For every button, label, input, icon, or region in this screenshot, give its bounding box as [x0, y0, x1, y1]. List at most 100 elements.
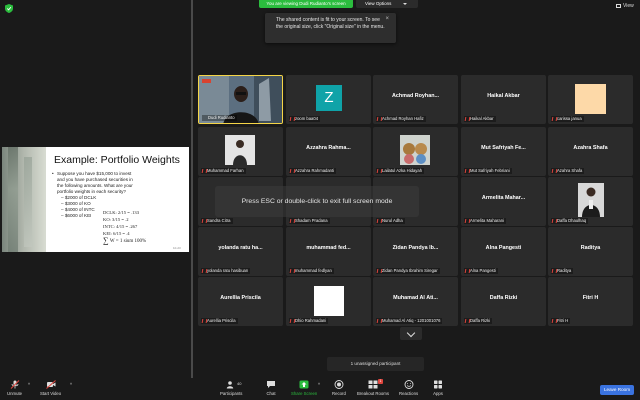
shared-screen-slide: Example: Portfolio Weights Suppose you h…: [2, 147, 189, 252]
avatar-photo: [400, 135, 430, 165]
participant-name-label: Haikal Akbar: [464, 116, 496, 122]
share-screen-button[interactable]: Share Screen: [291, 380, 317, 396]
breakout-rooms-label: Breakout Rooms: [357, 391, 390, 396]
participant-tile[interactable]: Achmad Royhan... Achmad Royhan Hafiz: [373, 75, 458, 124]
view-button[interactable]: View: [616, 3, 634, 9]
start-video-label: Start Video: [40, 391, 62, 396]
calc-sum: ∑ W = 1 sium 100%: [103, 236, 147, 245]
avatar-photo: [578, 183, 604, 217]
avatar-photo: [225, 135, 255, 165]
participant-name-label: Aurellia Priscila: [201, 318, 238, 324]
record-button[interactable]: Record: [332, 380, 346, 396]
participant-tile[interactable]: Fitri H Fitri H: [548, 277, 633, 326]
slide-decorative-image: [2, 147, 46, 252]
participant-display-name: Achmad Royhan...: [391, 93, 440, 99]
participant-tile[interactable]: Azahra Shafa Azahra Shafa: [548, 127, 633, 176]
unmute-label: Unmute: [7, 391, 23, 396]
breakout-badge: 1: [378, 379, 383, 384]
participant-tile[interactable]: Armelita Mahar... Armelita Maharani: [461, 177, 546, 226]
unmute-button[interactable]: Unmute: [7, 380, 22, 396]
meeting-toolbar: Unmute ^ Start Video ^ 40 Participants C…: [0, 378, 640, 400]
participant-name-label: yolanda ratu hasibuan: [201, 268, 251, 274]
participant-tile[interactable]: Zzoom baa04: [286, 75, 371, 124]
apps-button[interactable]: Apps: [433, 380, 443, 396]
participant-name-label: carissa janua: [551, 116, 584, 122]
participant-name-label: Daffa Dhaulhaq: [551, 218, 589, 224]
breakout-rooms-icon: [368, 380, 378, 389]
share-screen-label: Share Screen: [291, 391, 318, 396]
participant-tile[interactable]: Haikal Akbar Haikal Akbar: [461, 75, 546, 124]
split-divider[interactable]: [191, 0, 193, 378]
participant-display-name: yolanda ratu ha...: [218, 245, 263, 251]
participant-name-label: Armelita Maharani: [464, 218, 506, 224]
video-camera-off-icon: [45, 380, 56, 389]
exit-fullscreen-hint: Press ESC or double-click to exit full s…: [215, 186, 419, 217]
breakout-rooms-button[interactable]: 1 Breakout Rooms: [357, 379, 390, 396]
participant-name-label: Sandra Citra: [201, 218, 233, 224]
participant-name-label: Azahra Shafa: [551, 168, 585, 174]
participant-display-name: Aurellia Priscila: [220, 295, 261, 301]
slide-bullet: Suppose you have $15,000 to invest and y…: [52, 171, 137, 195]
participant-tile[interactable]: Dudi Rudianto: [198, 75, 283, 124]
participant-tile[interactable]: yolanda ratu ha... yolanda ratu hasibuan: [198, 227, 283, 276]
participant-display-name: Muhamad Al Ati...: [393, 295, 438, 301]
participant-display-name: muhammad fed...: [306, 245, 351, 251]
participant-name-label: Zidan Pandya Ibrahim Siregar: [376, 268, 440, 274]
participant-display-name: Fitri H: [582, 295, 599, 301]
apps-label: Apps: [433, 391, 443, 396]
calc-line: INTC: 4/15 = .267: [103, 224, 138, 229]
participant-tile[interactable]: Zidan Pandya Ib... Zidan Pandya Ibrahim S…: [373, 227, 458, 276]
participant-tile[interactable]: Muhammad Farhan: [198, 127, 283, 176]
reactions-button[interactable]: Reactions: [399, 380, 418, 396]
unassigned-participant-notice[interactable]: 1 unassigned participant: [327, 357, 424, 371]
participant-tile[interactable]: Alna Pangesti Alna Pangesti: [461, 227, 546, 276]
participant-tile[interactable]: Azzahra Rahma... Azzahra Rahmadanti: [286, 127, 371, 176]
zoom-meeting-window: You are viewing Dudi Rudianto's screen V…: [0, 0, 640, 400]
audio-options-caret-icon[interactable]: ^: [28, 382, 30, 387]
participant-tile[interactable]: Lailatul Azka Hidayah: [373, 127, 458, 176]
calc-line: KO: 3/15 = .2: [103, 217, 129, 222]
participant-display-name: Azahra Shafa: [573, 145, 608, 151]
participants-button[interactable]: 40 Participants: [220, 380, 242, 396]
avatar-image: [314, 286, 344, 316]
participant-display-name: Azzahra Rahma...: [306, 145, 351, 151]
participant-tile[interactable]: Raditya Raditya: [548, 227, 633, 276]
participant-tile[interactable]: Daffa Rizki Daffa Rizki: [461, 277, 546, 326]
participant-name-label: Nurul Adha: [376, 218, 405, 224]
participants-count: 40: [237, 381, 242, 386]
participant-name-label: Mut Safriyah Febriani: [464, 168, 512, 174]
participant-tile[interactable]: muhammad fed... muhammad fedlyan: [286, 227, 371, 276]
participant-display-name: Alna Pangesti: [485, 245, 522, 251]
fit-to-screen-tooltip: The shared content is fit to your screen…: [265, 13, 396, 43]
view-options-menu[interactable]: View Options: [356, 0, 418, 8]
security-shield-icon[interactable]: [5, 4, 13, 13]
record-label: Record: [332, 391, 346, 396]
participant-tile[interactable]: carissa janua: [548, 75, 633, 124]
share-options-caret-icon[interactable]: ^: [318, 382, 320, 387]
participant-tile[interactable]: Muhamad Al Ati... Muhamad Al Atiq - 12010…: [373, 277, 458, 326]
close-icon[interactable]: ×: [385, 16, 389, 23]
slide-item-text: $4000 of INTC: [64, 207, 95, 212]
view-options-label: View Options: [365, 1, 392, 6]
participant-name-label: Azzahra Rahmadanti: [289, 168, 337, 174]
scroll-down-button[interactable]: [400, 327, 422, 340]
participant-tile[interactable]: Dhio Rahmadani: [286, 277, 371, 326]
chat-bubble-icon: [267, 381, 275, 388]
slide-page-number: 10-23: [173, 246, 181, 250]
chat-button[interactable]: Chat: [266, 380, 276, 396]
participant-tile[interactable]: Mut Safriyah Fe... Mut Safriyah Febriani: [461, 127, 546, 176]
start-video-button[interactable]: Start Video: [40, 380, 61, 396]
apps-icon: [434, 380, 442, 389]
participant-tile[interactable]: Aurellia Priscila Aurellia Priscila: [198, 277, 283, 326]
participant-name-label: Shadam Pradana: [289, 218, 330, 224]
smiley-icon: [404, 380, 413, 389]
leave-room-button[interactable]: Leave Room: [600, 385, 634, 395]
slide-title: Example: Portfolio Weights: [54, 154, 180, 166]
slide-calculations: DCLK: 2/15 = .133 KO: 3/15 = .2 INTC: 4/…: [103, 209, 146, 245]
record-icon: [334, 380, 344, 389]
participant-display-name: Armelita Mahar...: [481, 195, 526, 201]
participant-tile[interactable]: Daffa Dhaulhaq: [548, 177, 633, 226]
participant-name-label: Muhamad Al Atiq - 1201001076: [376, 318, 443, 324]
slide-item-text: $3000 of KO: [64, 201, 91, 206]
video-options-caret-icon[interactable]: ^: [70, 382, 72, 387]
